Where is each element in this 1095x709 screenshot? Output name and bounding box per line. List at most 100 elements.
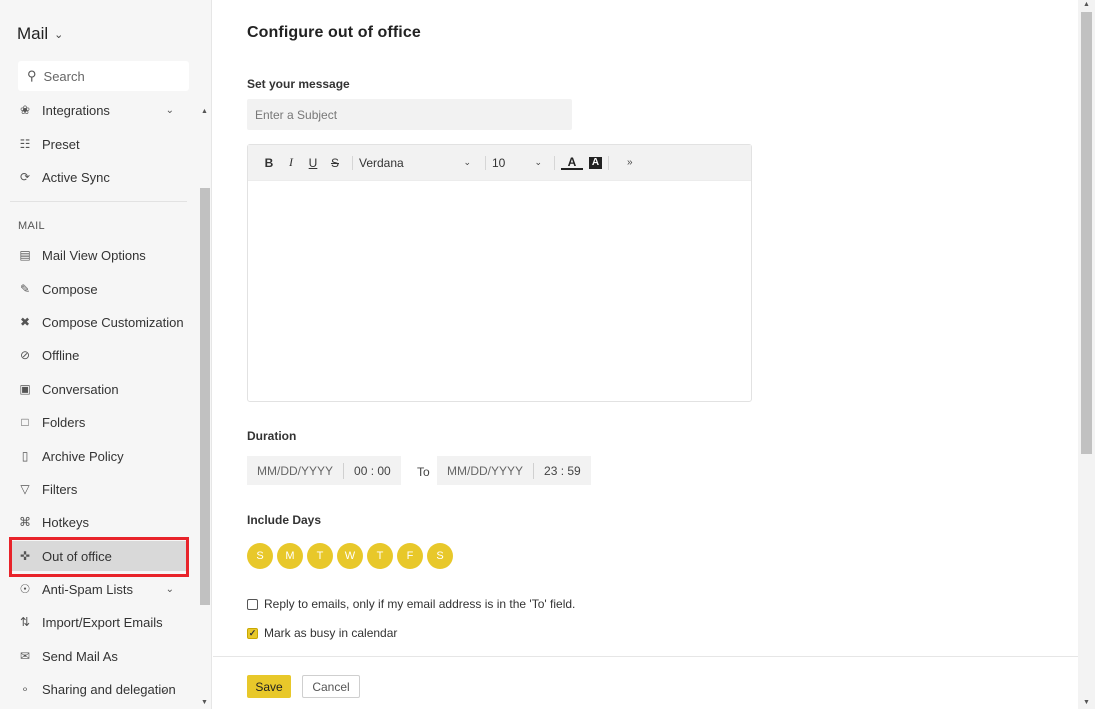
main-scrollbar[interactable]: ▲ ▼ xyxy=(1078,0,1095,709)
day-saturday[interactable]: S xyxy=(427,543,453,569)
sidebar-item-label: Compose Customization xyxy=(42,314,184,330)
sidebar-item-label: Folders xyxy=(42,414,86,430)
sidebar-item-import-export-emails[interactable]: ⇅ Import/Export Emails xyxy=(10,607,188,637)
sidebar-item-label: Compose xyxy=(42,281,98,297)
mark-busy-option[interactable]: ✓ Mark as busy in calendar xyxy=(247,626,397,640)
offline-icon: ⊘ xyxy=(19,348,31,362)
shield-icon: ☉ xyxy=(19,582,31,596)
sidebar-item-compose-customization[interactable]: ✖ Compose Customization xyxy=(10,307,188,337)
sidebar-item-label: Hotkeys xyxy=(42,514,89,530)
day-selector: S M T W T F S xyxy=(247,543,453,569)
sidebar-item-label: Out of office xyxy=(42,548,112,564)
to-time-input[interactable]: 23 : 59 xyxy=(534,464,591,478)
more-options-icon[interactable]: » xyxy=(627,157,633,168)
mark-busy-label: Mark as busy in calendar xyxy=(264,626,398,640)
message-editor: B I U S Verdana ⌄ 10 ⌄ A A » xyxy=(247,144,752,402)
from-time-input[interactable]: 00 : 00 xyxy=(344,464,401,478)
scroll-down-arrow-icon[interactable]: ▼ xyxy=(1083,699,1090,706)
subject-input[interactable] xyxy=(247,99,572,130)
font-family-value: Verdana xyxy=(359,155,404,170)
page-title: Configure out of office xyxy=(247,24,421,41)
sidebar-scrollbar-thumb[interactable] xyxy=(200,188,210,605)
sidebar-item-active-sync[interactable]: ⟳ Active Sync xyxy=(10,162,188,192)
sidebar-item-preset[interactable]: ☷ Preset xyxy=(10,129,188,159)
sliders-icon: ☷ xyxy=(19,137,31,151)
chevron-down-icon: ⌄ xyxy=(159,683,168,695)
day-tuesday[interactable]: T xyxy=(307,543,333,569)
reply-only-to-option[interactable]: Reply to emails, only if my email addres… xyxy=(247,597,575,611)
sidebar-item-sharing-and-delegation[interactable]: ∘ Sharing and delegation ⌄ xyxy=(10,674,188,704)
reply-only-to-label: Reply to emails, only if my email addres… xyxy=(264,597,576,611)
command-icon: ⌘ xyxy=(19,515,31,529)
day-thursday[interactable]: T xyxy=(367,543,393,569)
sidebar-item-conversation[interactable]: ▣ Conversation xyxy=(10,374,188,404)
sidebar-item-integrations[interactable]: ❀ Integrations ⌄ xyxy=(10,95,188,125)
scroll-up-arrow-icon[interactable]: ▲ xyxy=(201,108,208,115)
layout-icon: ▤ xyxy=(19,248,31,262)
sidebar-item-label: Anti-Spam Lists xyxy=(42,581,134,597)
main-scrollbar-thumb[interactable] xyxy=(1081,12,1092,454)
font-size-select[interactable]: 10 ⌄ xyxy=(492,156,548,170)
plug-icon: ❀ xyxy=(19,103,31,117)
text-color-button[interactable]: A xyxy=(561,156,583,170)
day-friday[interactable]: F xyxy=(397,543,423,569)
sidebar-item-compose[interactable]: ✎ Compose xyxy=(10,274,188,304)
toolbar-divider xyxy=(608,155,609,170)
day-monday[interactable]: M xyxy=(277,543,303,569)
sidebar-item-folders[interactable]: □ Folders xyxy=(10,407,188,437)
background-color-button[interactable]: A xyxy=(589,156,602,169)
save-button[interactable]: Save xyxy=(247,675,291,698)
sidebar-item-label: Mail View Options xyxy=(42,247,146,263)
font-family-select[interactable]: Verdana ⌄ xyxy=(359,156,479,170)
day-wednesday[interactable]: W xyxy=(337,543,363,569)
sidebar-item-label: Conversation xyxy=(42,381,119,397)
sidebar-item-label: Integrations xyxy=(42,102,110,118)
search-box[interactable]: ⚲ Search xyxy=(18,61,189,91)
chevron-down-icon: ⌄ xyxy=(54,28,64,41)
sidebar-item-label: Send Mail As xyxy=(42,648,118,664)
bold-button[interactable]: B xyxy=(258,156,280,170)
sidebar-item-filters[interactable]: ▽ Filters xyxy=(10,474,188,504)
sidebar-item-out-of-office[interactable]: ✜ Out of office xyxy=(10,541,188,571)
to-datetime-field: MM/DD/YYYY 23 : 59 xyxy=(437,456,591,485)
scroll-down-arrow-icon[interactable]: ▼ xyxy=(201,699,208,706)
chevron-down-icon: ⌄ xyxy=(534,157,542,167)
main-panel: Configure out of office Set your message… xyxy=(213,0,1078,709)
day-sunday[interactable]: S xyxy=(247,543,273,569)
underline-button[interactable]: U xyxy=(302,156,324,170)
sidebar-item-archive-policy[interactable]: ▯ Archive Policy xyxy=(10,441,188,471)
search-icon: ⚲ xyxy=(27,68,37,83)
conversation-icon: ▣ xyxy=(19,382,31,396)
sidebar-item-label: Archive Policy xyxy=(42,448,124,464)
archive-icon: ▯ xyxy=(21,449,29,463)
send-as-icon: ✉ xyxy=(19,649,31,663)
italic-button[interactable]: I xyxy=(280,155,302,170)
signpost-icon: ✜ xyxy=(19,549,31,563)
toolbar-divider xyxy=(554,155,555,170)
sidebar-item-anti-spam-lists[interactable]: ☉ Anti-Spam Lists ⌄ xyxy=(10,574,188,604)
chevron-down-icon: ⌄ xyxy=(463,157,471,167)
chevron-down-icon: ⌄ xyxy=(165,104,174,116)
sidebar-item-offline[interactable]: ⊘ Offline xyxy=(10,340,188,370)
sidebar-item-label: Import/Export Emails xyxy=(42,614,163,630)
scroll-up-arrow-icon[interactable]: ▲ xyxy=(1083,1,1090,8)
sidebar-item-mail-view-options[interactable]: ▤ Mail View Options xyxy=(10,240,188,270)
sidebar-item-label: Sharing and delegation xyxy=(42,681,176,697)
sidebar-item-hotkeys[interactable]: ⌘ Hotkeys xyxy=(10,507,188,537)
chevron-down-icon: ⌄ xyxy=(165,583,174,595)
mark-busy-checkbox[interactable]: ✓ xyxy=(247,627,258,639)
app-switcher[interactable]: Mail ⌄ xyxy=(17,24,63,44)
editor-body[interactable] xyxy=(248,181,751,401)
to-date-input[interactable]: MM/DD/YYYY xyxy=(437,464,533,478)
reply-only-to-checkbox[interactable] xyxy=(247,598,258,610)
app-title: Mail xyxy=(17,24,49,43)
to-label: To xyxy=(417,465,430,479)
folder-icon: □ xyxy=(21,415,29,429)
strikethrough-button[interactable]: S xyxy=(324,156,346,170)
editor-toolbar: B I U S Verdana ⌄ 10 ⌄ A A » xyxy=(248,145,751,181)
from-date-input[interactable]: MM/DD/YYYY xyxy=(247,464,343,478)
cancel-button[interactable]: Cancel xyxy=(302,675,360,698)
filter-icon: ▽ xyxy=(20,482,30,496)
sidebar-item-send-mail-as[interactable]: ✉ Send Mail As xyxy=(10,641,188,671)
sidebar-item-label: Active Sync xyxy=(42,169,110,185)
